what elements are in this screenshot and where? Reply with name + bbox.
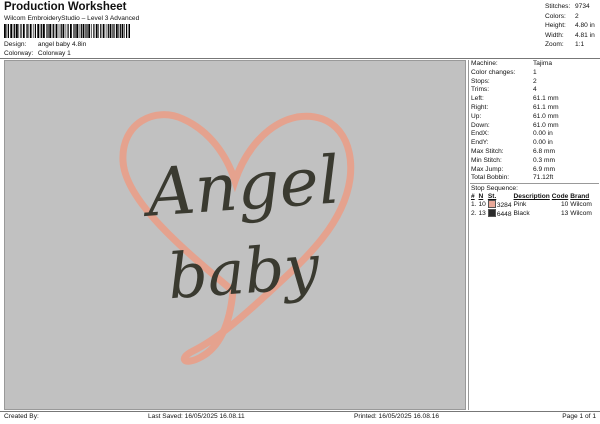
color-swatch — [487, 209, 496, 217]
barcode — [4, 24, 130, 38]
machine-info: Machine: Tajima Color changes: 1 Stops: 2 Trim… — [471, 60, 559, 183]
machine-row: Max Jump: 6.9 mm — [471, 165, 555, 173]
design-text-angel: Angel — [139, 141, 342, 232]
machine-row: Right: 61.1 mm — [471, 103, 559, 111]
header-divider — [0, 58, 600, 59]
stop-code: 10 — [560, 201, 569, 208]
machine-row: Up: 61.0 mm — [471, 112, 559, 120]
machine-row: Max Stitch: 6.8 mm — [471, 147, 555, 155]
design-value: angel baby 4.8in — [37, 41, 87, 48]
stop-stitches: 6448 — [487, 209, 513, 218]
machine-row: Total Bobbin: 71.12ft — [471, 174, 554, 182]
machine-row: Left: 61.1 mm — [471, 95, 559, 103]
summary-row: Stitches: 9734 — [545, 3, 590, 10]
machine-row: Trims: 4 — [471, 86, 537, 94]
stop-num: 1. — [471, 201, 477, 208]
summary-row: Height: 4.80 in — [545, 22, 595, 30]
created-by: Created By: — [4, 413, 39, 420]
machine-row: Min Stitch: 0.3 mm — [471, 156, 555, 164]
design-preview: Angel baby — [4, 60, 466, 410]
stop-row: 2. 13 6448 Black 13 Wilcom — [470, 209, 593, 218]
summary-stats: Stitches: 9734 Colors: 2 Height: 4.80 in Wi… — [545, 2, 595, 50]
summary-row: Zoom: 1:1 — [545, 41, 585, 49]
colorway-value: Colorway 1 — [37, 50, 71, 57]
colorway-label: Colorway: — [4, 50, 34, 57]
machine-row: EndX: 0.00 in — [471, 130, 553, 138]
color-swatch — [487, 200, 496, 208]
embroidery-design: Angel baby — [119, 111, 355, 365]
footer-divider — [0, 411, 600, 412]
panel-divider — [468, 60, 469, 410]
design-text-baby: baby — [165, 230, 322, 313]
page-number: Page 1 of 1 — [562, 413, 596, 420]
software-subtitle: Wilcom EmbroideryStudio – Level 3 Advanc… — [4, 15, 140, 22]
machine-row: Down: 61.0 mm — [471, 121, 559, 129]
stop-num: 2. — [471, 210, 477, 217]
design-row: Design: angel baby 4.8in — [4, 41, 86, 48]
stop-stitches: 3284 — [487, 200, 513, 209]
stop-row: 1. 10 3284 Pink 10 Wilcom — [470, 200, 593, 209]
stop-needle: 10 — [478, 201, 486, 208]
machine-row: Stops: 2 — [471, 77, 537, 85]
stop-sequence-title: Stop Sequence: — [471, 185, 518, 192]
stop-brand: Wilcom — [570, 201, 592, 208]
stop-code: 13 — [560, 210, 569, 217]
summary-row: Width: 4.81 in — [545, 31, 595, 39]
machine-row: Color changes: 1 — [471, 68, 537, 76]
stop-brand: Wilcom — [570, 210, 592, 217]
stop-table-header: # N St. Description Code Brand — [471, 193, 590, 200]
stop-needle: 13 — [478, 210, 486, 217]
stop-sequence: Stop Sequence: # N St. Description Code … — [470, 183, 599, 218]
printed-date: Printed: 16/05/2025 16.08.16 — [354, 413, 440, 420]
stop-description: Pink — [513, 201, 527, 208]
summary-row: Colors: 2 — [545, 12, 579, 20]
machine-row: EndY: 0.00 in — [471, 139, 553, 147]
worksheet-title: Production Worksheet — [4, 1, 127, 13]
stop-description: Black — [513, 210, 530, 217]
last-saved: Last Saved: 16/05/2025 16.08.11 — [148, 413, 245, 420]
colorway-row: Colorway: Colorway 1 — [4, 50, 71, 57]
stop-table: # N St. Description Code Brand 1. 10 3284 P… — [470, 193, 593, 218]
design-label: Design: — [4, 41, 27, 48]
machine-row: Machine: Tajima — [471, 60, 553, 67]
